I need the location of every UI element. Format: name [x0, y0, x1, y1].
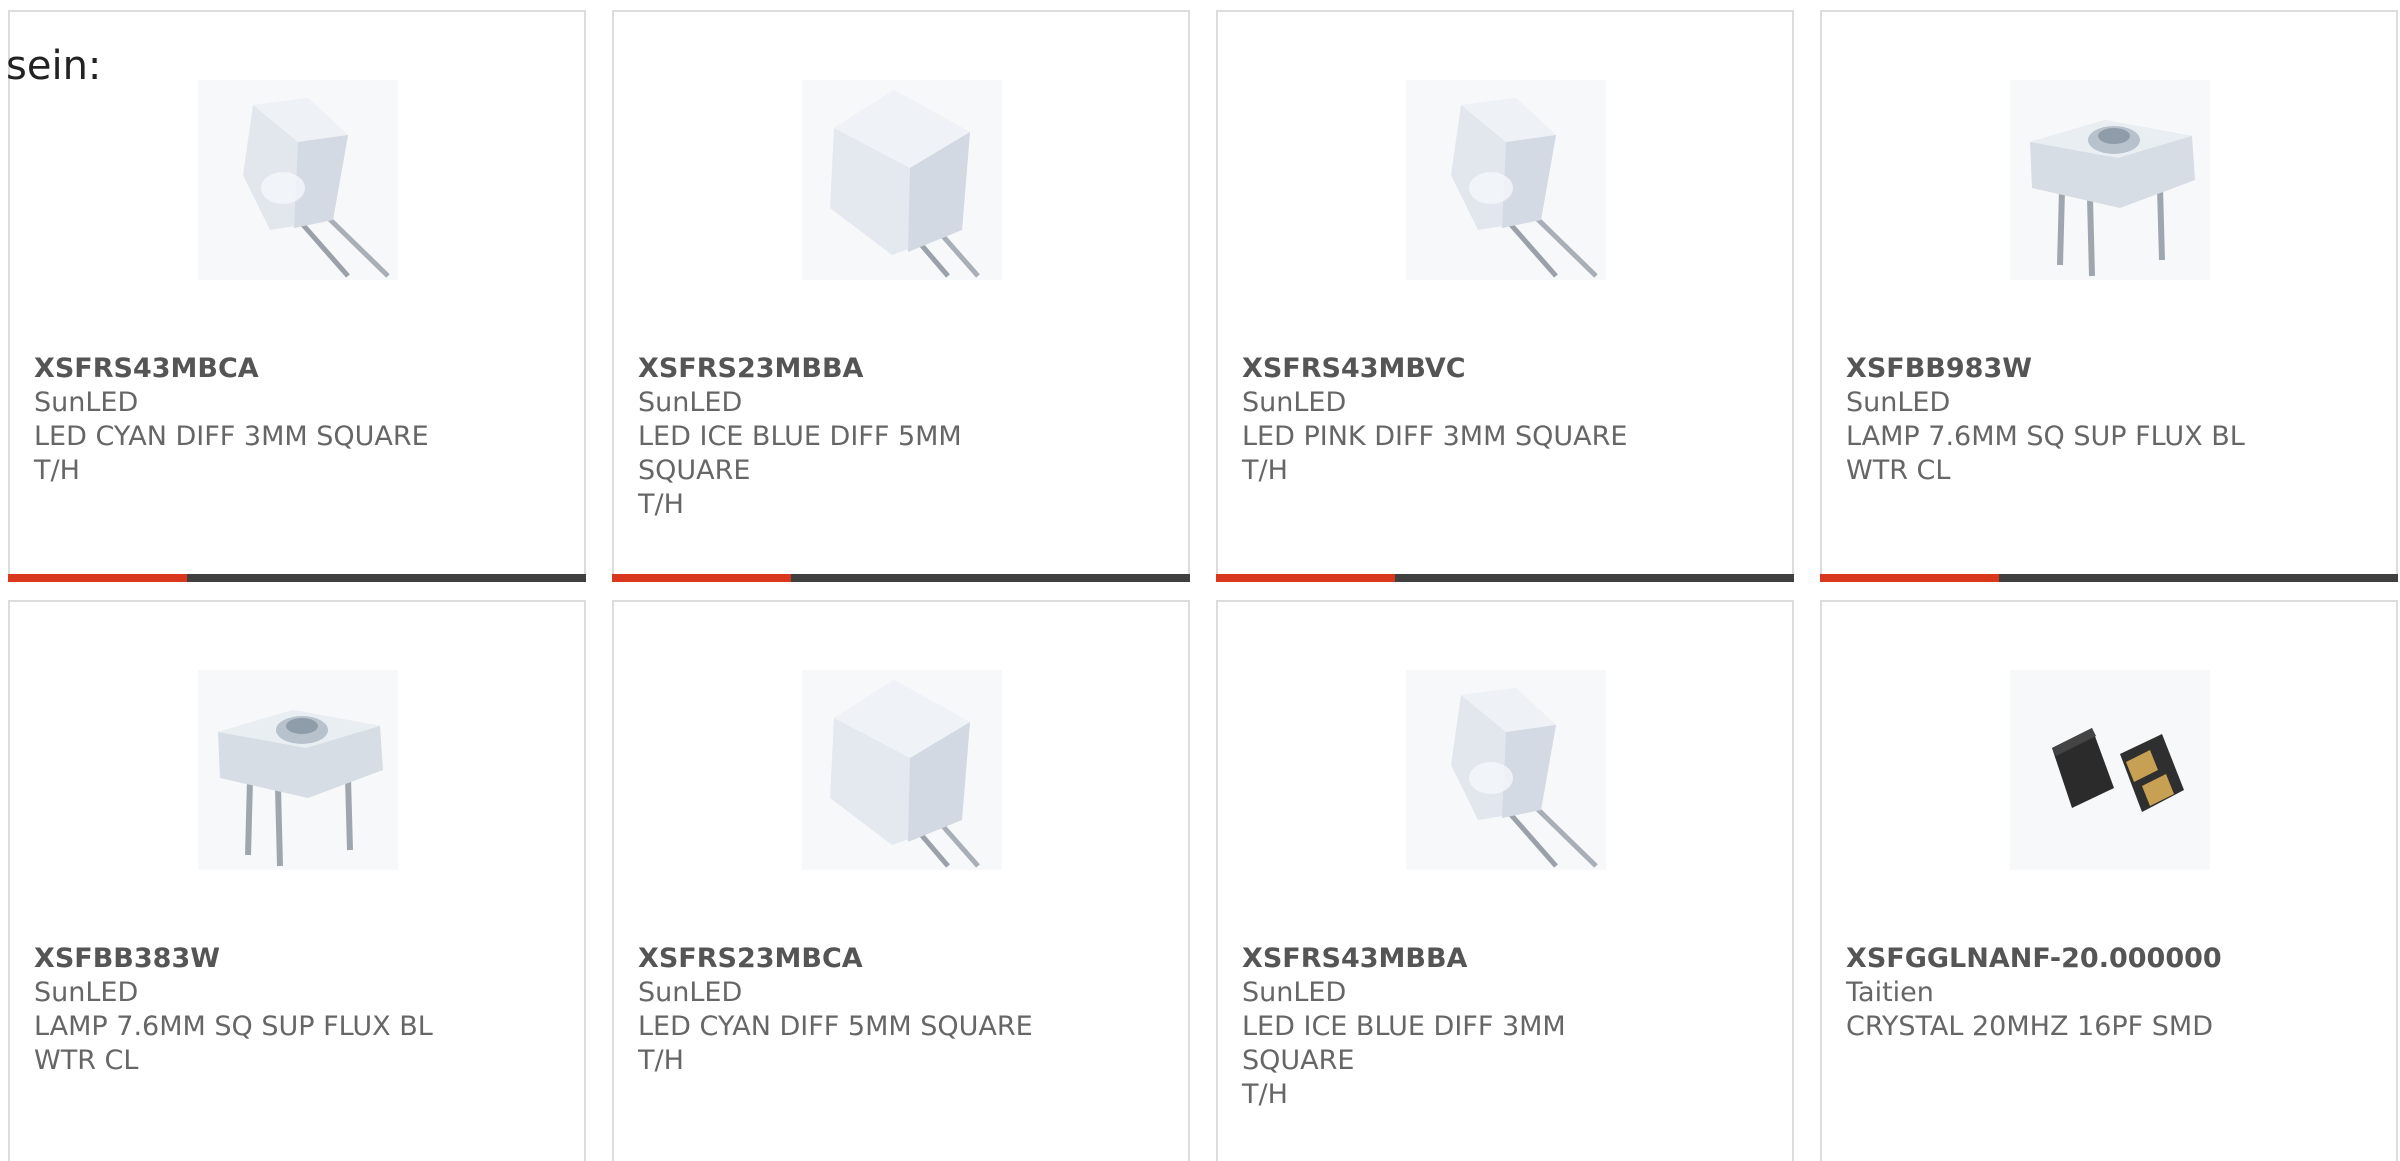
description-line-1: CRYSTAL 20MHZ 16PF SMD [1846, 1011, 2214, 1042]
manufacturer: Taitien [1846, 977, 1934, 1008]
product-info: XSFRS43MBVC SunLED LED PINK DIFF 3MM SQU… [1242, 352, 1662, 488]
manufacturer: SunLED [1242, 977, 1347, 1008]
part-number[interactable]: XSFRS23MBBA [638, 352, 1058, 386]
product-info: XSFBB383W SunLED LAMP 7.6MM SQ SUP FLUX … [34, 942, 454, 1078]
part-number[interactable]: XSFBB383W [34, 942, 454, 976]
progress-accent [1820, 574, 2000, 582]
product-card[interactable]: XSFRS23MBCA SunLED LED CYAN DIFF 5MM SQU… [612, 600, 1190, 1161]
description-line-2: T/H [34, 455, 80, 486]
product-card[interactable]: XSFBB983W SunLED LAMP 7.6MM SQ SUP FLUX … [1820, 10, 2398, 582]
progress-accent [612, 574, 792, 582]
part-number[interactable]: XSFGGLNANF-20.000000 [1846, 942, 2266, 976]
description-line-2: WTR CL [1846, 455, 1951, 486]
product-info: XSFRS43MBBA SunLED LED ICE BLUE DIFF 3MM… [1242, 942, 1662, 1112]
product-info: XSFRS43MBCA SunLED LED CYAN DIFF 3MM SQU… [34, 352, 454, 488]
description-line-1: LAMP 7.6MM SQ SUP FLUX BL [34, 1011, 433, 1042]
product-card[interactable]: XSFBB383W SunLED LAMP 7.6MM SQ SUP FLUX … [8, 600, 586, 1161]
manufacturer: SunLED [34, 977, 139, 1008]
part-number[interactable]: XSFRS43MBCA [34, 352, 454, 386]
product-image[interactable] [802, 670, 1002, 870]
description-line-2: T/H [638, 489, 684, 520]
product-image[interactable] [198, 80, 398, 280]
product-image[interactable] [2010, 80, 2210, 280]
product-grid: XSFRS43MBCA SunLED LED CYAN DIFF 3MM SQU… [8, 10, 2398, 1161]
part-number[interactable]: XSFRS23MBCA [638, 942, 1058, 976]
product-info: XSFRS23MBCA SunLED LED CYAN DIFF 5MM SQU… [638, 942, 1058, 1078]
product-image[interactable] [1406, 670, 1606, 870]
product-info: XSFBB983W SunLED LAMP 7.6MM SQ SUP FLUX … [1846, 352, 2266, 488]
progress-accent [8, 574, 188, 582]
part-number[interactable]: XSFBB983W [1846, 352, 2266, 386]
manufacturer: SunLED [638, 387, 743, 418]
product-image[interactable] [1406, 80, 1606, 280]
card-progress-bar [612, 574, 1190, 582]
product-info: XSFGGLNANF-20.000000 Taitien CRYSTAL 20M… [1846, 942, 2266, 1044]
description-line-1: LED CYAN DIFF 5MM SQUARE [638, 1011, 1033, 1042]
description-line-2: T/H [1242, 1079, 1288, 1110]
product-card[interactable]: XSFRS43MBVC SunLED LED PINK DIFF 3MM SQU… [1216, 10, 1794, 582]
description-line-2: T/H [638, 1045, 684, 1076]
card-progress-bar [8, 574, 586, 582]
description-line-1: LED ICE BLUE DIFF 3MM SQUARE [1242, 1011, 1566, 1076]
product-image[interactable] [198, 670, 398, 870]
card-progress-bar [1216, 574, 1794, 582]
description-line-1: LED ICE BLUE DIFF 5MM SQUARE [638, 421, 962, 486]
part-number[interactable]: XSFRS43MBVC [1242, 352, 1662, 386]
manufacturer: SunLED [1242, 387, 1347, 418]
manufacturer: SunLED [1846, 387, 1951, 418]
progress-accent [1216, 574, 1396, 582]
product-card[interactable]: XSFRS23MBBA SunLED LED ICE BLUE DIFF 5MM… [612, 10, 1190, 582]
intro-text: sein: [6, 43, 102, 89]
product-card[interactable]: XSFRS43MBBA SunLED LED ICE BLUE DIFF 3MM… [1216, 600, 1794, 1161]
product-image[interactable] [2010, 670, 2210, 870]
description-line-1: LED PINK DIFF 3MM SQUARE T/H [1242, 421, 1628, 486]
description-line-2: WTR CL [34, 1045, 139, 1076]
manufacturer: SunLED [638, 977, 743, 1008]
part-number[interactable]: XSFRS43MBBA [1242, 942, 1662, 976]
card-progress-bar [1820, 574, 2398, 582]
product-card[interactable]: XSFGGLNANF-20.000000 Taitien CRYSTAL 20M… [1820, 600, 2398, 1161]
product-info: XSFRS23MBBA SunLED LED ICE BLUE DIFF 5MM… [638, 352, 1058, 522]
description-line-1: LAMP 7.6MM SQ SUP FLUX BL [1846, 421, 2245, 452]
manufacturer: SunLED [34, 387, 139, 418]
description-line-1: LED CYAN DIFF 3MM SQUARE [34, 421, 429, 452]
product-image[interactable] [802, 80, 1002, 280]
product-grid-page: sein: XSFRS43MBCA SunLED LED CYAN DIFF 3… [0, 0, 2400, 1161]
